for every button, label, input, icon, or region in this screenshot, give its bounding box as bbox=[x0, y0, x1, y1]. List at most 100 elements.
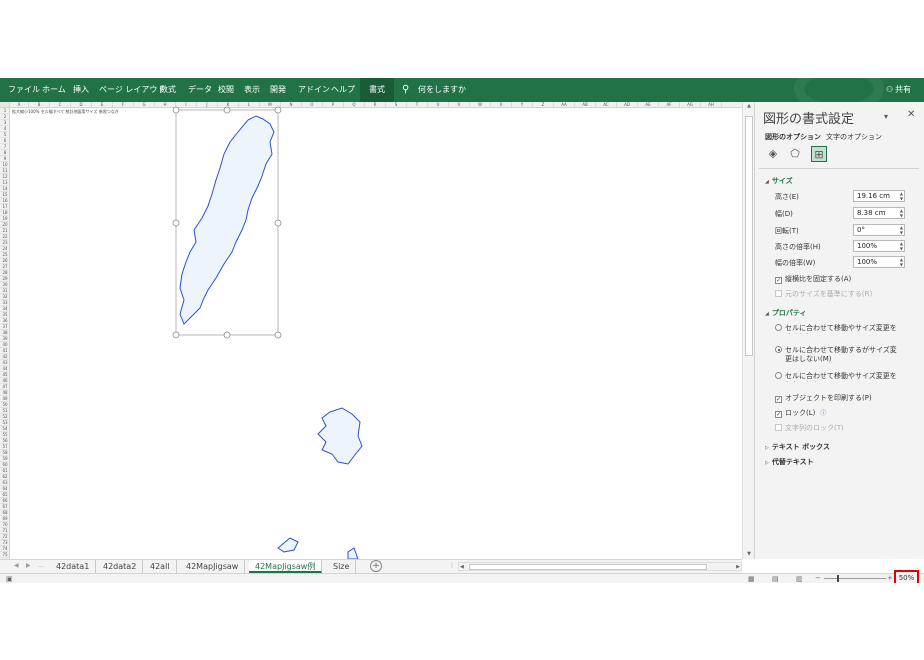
share-button[interactable]: 共有 bbox=[895, 78, 911, 102]
tab-view[interactable]: 表示 bbox=[244, 78, 260, 102]
checkmark-icon: ✓ bbox=[775, 396, 782, 403]
tab-text-options[interactable]: 文字のオプション bbox=[826, 132, 882, 142]
resize-handle-right[interactable] bbox=[274, 219, 282, 227]
status-bar: ▣ ▦ ▤ ▥ − + 50% bbox=[0, 570, 924, 583]
tab-help[interactable]: ヘルプ bbox=[331, 78, 355, 102]
tab-file[interactable]: ファイル bbox=[8, 78, 40, 102]
zoom-slider[interactable] bbox=[824, 578, 886, 579]
height-field[interactable]: 19.16 cm ▲ ▼ bbox=[853, 190, 905, 202]
sheet-tab[interactable]: 42all bbox=[144, 560, 177, 573]
tab-insert[interactable]: 挿入 bbox=[73, 78, 89, 102]
scale-height-value: 100% bbox=[857, 242, 878, 250]
normal-view-icon[interactable]: ▦ bbox=[748, 575, 755, 583]
tab-split-handle-icon[interactable]: ⋮ bbox=[449, 562, 455, 569]
tab-addins[interactable]: アドイン bbox=[298, 78, 330, 102]
island-shape-central[interactable] bbox=[317, 407, 363, 465]
size-section-header[interactable]: ◢ サイズ bbox=[765, 176, 793, 186]
pane-title: 図形の書式設定 bbox=[763, 112, 855, 127]
tab-shape-options[interactable]: 図形のオプション bbox=[765, 132, 821, 142]
next-sheet-icon[interactable]: ▶ bbox=[26, 562, 31, 569]
sheet-tab[interactable]: 42data1 bbox=[50, 560, 97, 573]
island-shape-south-2[interactable] bbox=[347, 547, 359, 559]
resize-handle-top-left[interactable] bbox=[172, 106, 180, 114]
resize-handle-bottom-right[interactable] bbox=[274, 331, 282, 339]
page-layout-view-icon[interactable]: ▤ bbox=[772, 575, 779, 583]
excel-window: ファイル ホーム 挿入 ページ レイアウト 数式 データ 校閲 表示 開発 アド… bbox=[0, 78, 924, 583]
tab-review[interactable]: 校閲 bbox=[218, 78, 234, 102]
scale-height-field[interactable]: 100% ▲ ▼ bbox=[853, 240, 905, 252]
resize-handle-bottom[interactable] bbox=[223, 331, 231, 339]
tell-me-box[interactable]: 何をしますか bbox=[418, 78, 466, 102]
pane-options-chevron-icon[interactable]: ▾ bbox=[884, 112, 888, 121]
scroll-down-icon[interactable]: ▼ bbox=[744, 550, 754, 559]
radio-move-and-size-label: セルに合わせて移動やサイズ変更をする(S) bbox=[785, 324, 897, 334]
resize-handle-left[interactable] bbox=[172, 219, 180, 227]
prev-sheet-icon[interactable]: ◀ bbox=[14, 562, 19, 569]
ribbon-tab-bar: ファイル ホーム 挿入 ページ レイアウト 数式 データ 校閲 表示 開発 アド… bbox=[0, 78, 924, 114]
share-icon[interactable]: ⚇ bbox=[886, 78, 893, 102]
size-properties-icon[interactable]: ⊞ bbox=[811, 146, 827, 162]
radio-move-no-size[interactable]: セルに合わせて移動するがサイズ変更はしない(M) bbox=[775, 346, 905, 364]
radio-no-move-no-size[interactable]: セルに合わせて移動やサイズ変更をしない(D) bbox=[775, 372, 905, 382]
radio-icon bbox=[775, 324, 782, 331]
info-icon[interactable]: ⓘ bbox=[820, 410, 826, 417]
spinner-icon[interactable]: ▲ ▼ bbox=[900, 191, 903, 201]
alt-text-section-header[interactable]: ▷ 代替テキスト bbox=[765, 457, 814, 467]
spinner-icon[interactable]: ▲ ▼ bbox=[900, 225, 903, 235]
macro-record-icon[interactable]: ▣ bbox=[6, 575, 13, 583]
lock-text-checkbox: 文字列のロック(T) bbox=[775, 423, 844, 433]
sheet-tab[interactable]: Size bbox=[327, 560, 357, 573]
scrollbar-thumb[interactable] bbox=[469, 564, 707, 570]
horizontal-scrollbar[interactable]: ◀ ▶ bbox=[458, 562, 742, 571]
more-sheets-icon[interactable]: … bbox=[38, 562, 44, 569]
page-break-view-icon[interactable]: ▥ bbox=[796, 575, 803, 583]
worksheet-grid[interactable]: A B C D E F G H I J K L M N O P Q R S T … bbox=[0, 102, 742, 559]
spinner-icon[interactable]: ▲ ▼ bbox=[900, 257, 903, 267]
scroll-right-icon[interactable]: ▶ bbox=[736, 563, 740, 571]
add-sheet-icon[interactable]: + bbox=[370, 560, 382, 572]
zoom-slider-knob[interactable] bbox=[836, 575, 839, 582]
fill-line-icon[interactable]: ◈ bbox=[765, 146, 781, 162]
radio-selected-icon bbox=[775, 346, 782, 353]
sheet-tab-active[interactable]: 42MapJigsaw例 bbox=[249, 560, 323, 573]
print-object-checkbox[interactable]: ✓ オブジェクトを印刷する(P) bbox=[775, 393, 872, 403]
tab-home[interactable]: ホーム bbox=[42, 78, 66, 102]
scrollbar-thumb[interactable] bbox=[745, 116, 753, 356]
resize-handle-bottom-left[interactable] bbox=[172, 331, 180, 339]
rotation-field[interactable]: 0° ▲ ▼ bbox=[853, 224, 905, 236]
tab-format[interactable]: 書式 bbox=[360, 78, 394, 102]
textbox-section-header[interactable]: ▷ テキスト ボックス bbox=[765, 442, 830, 452]
scroll-left-icon[interactable]: ◀ bbox=[460, 563, 464, 571]
resize-handle-top-right[interactable] bbox=[274, 106, 282, 114]
expand-triangle-icon: ▷ bbox=[765, 445, 769, 451]
island-shape-north[interactable] bbox=[179, 115, 275, 325]
sheet-tab[interactable]: 42MapJigsaw bbox=[180, 560, 246, 573]
zoom-in-icon[interactable]: + bbox=[887, 574, 893, 582]
zoom-out-icon[interactable]: − bbox=[815, 574, 821, 582]
tab-formulas[interactable]: 数式 bbox=[160, 78, 176, 102]
vertical-scrollbar[interactable]: ▲ ▼ bbox=[742, 102, 754, 559]
lightbulb-icon[interactable]: ⚲ bbox=[402, 78, 409, 102]
scroll-up-icon[interactable]: ▲ bbox=[744, 102, 754, 111]
effects-icon[interactable]: ⬠ bbox=[787, 146, 803, 162]
drawing-canvas bbox=[172, 106, 363, 559]
spinner-icon[interactable]: ▲ ▼ bbox=[900, 241, 903, 251]
selected-shape[interactable] bbox=[172, 106, 282, 339]
radio-move-and-size[interactable]: セルに合わせて移動やサイズ変更をする(S) bbox=[775, 324, 905, 334]
resize-handle-top[interactable] bbox=[223, 106, 231, 114]
width-field[interactable]: 8.38 cm ▲ ▼ bbox=[853, 207, 905, 219]
tab-page-layout[interactable]: ページ レイアウト bbox=[99, 78, 165, 102]
sheet-tab[interactable]: 42data2 bbox=[97, 560, 144, 573]
scale-width-field[interactable]: 100% ▲ ▼ bbox=[853, 256, 905, 268]
pane-close-icon[interactable]: ✕ bbox=[907, 109, 915, 120]
tab-developer[interactable]: 開発 bbox=[270, 78, 286, 102]
lock-checkbox[interactable]: ✓ ロック(L) ⓘ bbox=[775, 408, 826, 418]
print-object-label: オブジェクトを印刷する(P) bbox=[785, 394, 872, 402]
lock-aspect-checkbox[interactable]: ✓ 縦横比を固定する(A) bbox=[775, 274, 851, 284]
checkbox-empty-icon bbox=[775, 424, 782, 431]
zoom-percentage[interactable]: 50% bbox=[894, 570, 919, 583]
properties-section-header[interactable]: ◢ プロパティ bbox=[765, 308, 806, 318]
spinner-icon[interactable]: ▲ ▼ bbox=[900, 208, 903, 218]
tab-data[interactable]: データ bbox=[188, 78, 212, 102]
island-shape-south-1[interactable] bbox=[277, 537, 299, 553]
